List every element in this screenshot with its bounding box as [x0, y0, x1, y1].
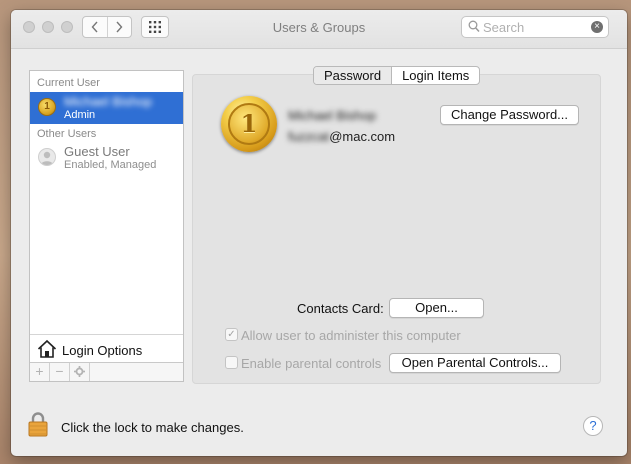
parental-controls-label: Enable parental controls [241, 356, 382, 371]
lock-status-label: Click the lock to make changes. [61, 420, 244, 435]
current-user-role: Admin [64, 109, 96, 121]
contacts-card-label: Contacts Card: [297, 301, 384, 316]
help-button[interactable]: ? [583, 416, 603, 436]
sidebar-item-current-user[interactable]: 1 Michael Bishop Admin [30, 92, 183, 124]
sidebar-toolbar: + − [30, 362, 183, 381]
users-groups-window: Users & Groups × Current User 1 Michael … [11, 10, 627, 456]
allow-admin-checkbox[interactable]: ✓ [225, 328, 238, 341]
login-options-item[interactable]: Login Options [30, 334, 183, 363]
users-list: Current User 1 Michael Bishop Admin Othe… [29, 70, 184, 382]
house-icon [37, 339, 57, 358]
login-options-label: Login Options [62, 343, 143, 358]
add-user-button[interactable]: + [30, 363, 50, 381]
action-menu-button[interactable] [70, 363, 90, 381]
email-domain: @mac.com [329, 129, 396, 144]
search-field[interactable]: × [461, 16, 609, 38]
open-parental-controls-button[interactable]: Open Parental Controls... [389, 353, 561, 373]
title-bar: Users & Groups × [11, 10, 627, 49]
current-user-name: Michael Bishop [64, 94, 153, 109]
lock-icon[interactable] [28, 411, 48, 437]
allow-admin-label: Allow user to administer this computer [241, 328, 461, 343]
open-contacts-card-button[interactable]: Open... [389, 298, 484, 318]
guest-user-status: Enabled, Managed [64, 159, 157, 171]
search-icon [468, 20, 480, 33]
sidebar-item-guest-user[interactable]: Guest User Enabled, Managed [30, 142, 183, 174]
other-users-heading: Other Users [37, 128, 97, 140]
parental-controls-checkbox[interactable] [225, 356, 238, 369]
guest-user-name: Guest User [64, 144, 130, 159]
change-password-button[interactable]: Change Password... [440, 105, 579, 125]
search-input[interactable] [483, 19, 583, 35]
user-avatar-coin-icon: 1 [38, 98, 56, 116]
remove-user-button[interactable]: − [50, 363, 70, 381]
avatar-number: 1 [240, 109, 258, 138]
user-email: fuzzcat@mac.com [288, 129, 395, 144]
tab-login-items[interactable]: Login Items [391, 67, 479, 84]
tab-password[interactable]: Password [314, 67, 392, 84]
guest-avatar-icon [38, 148, 56, 166]
detail-tabs: Password Login Items [313, 66, 481, 85]
clear-search-icon[interactable]: × [591, 21, 603, 33]
user-picture[interactable]: 1 [221, 96, 277, 152]
current-user-heading: Current User [37, 77, 100, 89]
user-full-name: Michael Bishop [288, 108, 377, 123]
email-username: fuzzcat [288, 129, 330, 144]
gear-icon [74, 366, 85, 377]
